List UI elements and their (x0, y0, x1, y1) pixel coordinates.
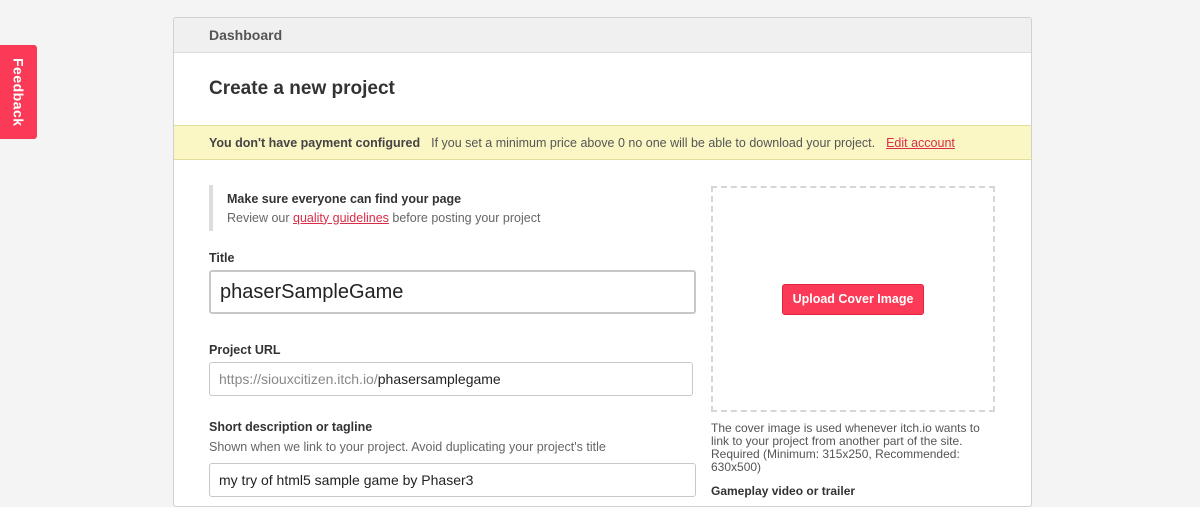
description-input[interactable]: my try of html5 sample game by Phaser3 (209, 463, 696, 497)
feedback-label: Feedback (10, 57, 27, 127)
project-url-label: Project URL (209, 343, 281, 357)
feedback-tab[interactable]: Feedback (0, 45, 37, 139)
notice-strong: You don't have payment configured (209, 135, 421, 150)
description-hint: Shown when we link to your project. Avoi… (209, 440, 606, 454)
guidelines-title: Make sure everyone can find your page (227, 191, 462, 206)
video-label: Gameplay video or trailer (711, 484, 856, 498)
guidelines-prefix: Review our (227, 210, 290, 225)
cover-image-note: The cover image is used whenever itch.io… (711, 421, 980, 474)
dashboard-breadcrumb[interactable]: Dashboard (209, 27, 282, 43)
notice-message: If you set a minimum price above 0 no on… (431, 135, 876, 150)
title-label: Title (209, 251, 235, 265)
description-label: Short description or tagline (209, 420, 373, 434)
title-input[interactable]: phaserSampleGame (209, 270, 696, 314)
upload-cover-button[interactable]: Upload Cover Image (781, 283, 925, 315)
url-prefix: https://siouxcitizen.itch.io/ (219, 371, 378, 387)
project-url-input[interactable]: https://siouxcitizen.itch.io/phasersampl… (209, 362, 693, 396)
panel-header: Dashboard (174, 18, 1031, 53)
quality-guidelines-link[interactable]: quality guidelines (293, 211, 389, 225)
url-value: phasersamplegame (377, 371, 501, 387)
cover-image-dropzone[interactable]: Upload Cover Image (711, 186, 995, 412)
title-value: phaserSampleGame (220, 280, 404, 303)
edit-account-link[interactable]: Edit account (886, 136, 955, 150)
guidelines-suffix: before posting your project (392, 210, 541, 225)
payment-notice: You don't have payment configured If you… (174, 125, 1031, 160)
guidelines-text: Review our quality guidelines before pos… (227, 211, 540, 225)
create-project-panel: Dashboard Create a new project You don't… (173, 17, 1032, 507)
description-value: my try of html5 sample game by Phaser3 (219, 472, 474, 488)
guidelines-callout: Make sure everyone can find your page Re… (209, 185, 540, 231)
page-title: Create a new project (209, 78, 395, 99)
